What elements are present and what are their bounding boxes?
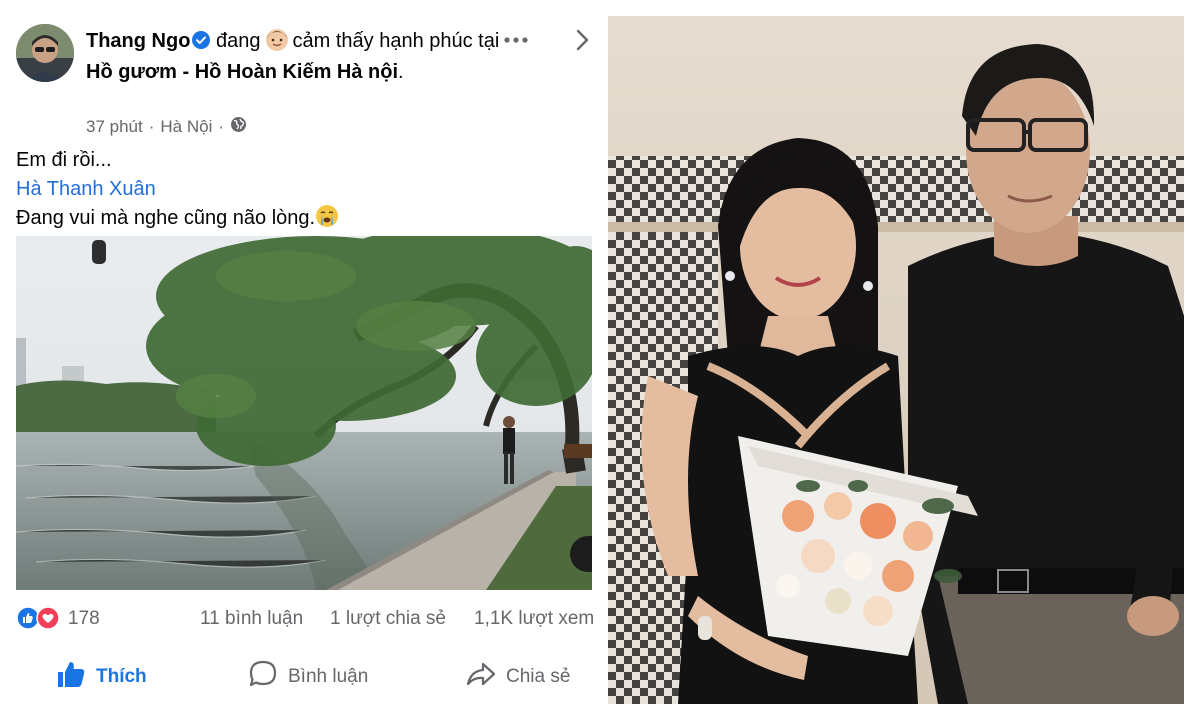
post-line-3-text: Đang vui mà nghe cũng não lòng. — [16, 207, 316, 229]
verified-badge-icon — [192, 28, 211, 49]
post-action-bar: Thích Bình luận Chia sẻ — [0, 650, 600, 704]
meta-separator: · — [148, 117, 155, 136]
thumbs-up-icon — [56, 660, 86, 694]
share-arrow-icon — [466, 660, 496, 694]
comment-button[interactable]: Bình luận — [248, 650, 368, 704]
comment-label: Bình luận — [288, 666, 369, 687]
share-label: Chia sẻ — [506, 666, 571, 687]
like-label: Thích — [96, 666, 147, 687]
meta-separator-2: · — [218, 117, 225, 136]
share-button[interactable]: Chia sẻ — [466, 650, 570, 704]
comment-count[interactable]: 11 bình luận — [200, 608, 303, 630]
mention-link[interactable]: Hà Thanh Xuân — [16, 175, 586, 204]
more-options-button[interactable] — [498, 26, 534, 54]
reactions-icon[interactable] — [16, 606, 66, 630]
facebook-post: Thang Ngo đang cảm thấy hạnh phúc tại Hồ … — [0, 0, 600, 720]
author-avatar[interactable] — [16, 24, 74, 82]
post-line-3: Đang vui mà nghe cũng não lòng. — [16, 204, 586, 233]
location-suffix: . — [398, 61, 404, 83]
author-line: Thang Ngo đang cảm thấy hạnh phúc tại Hồ … — [86, 26, 506, 88]
feeling-text: cảm thấy hạnh phúc tại — [292, 30, 500, 52]
post-text: Em đi rồi... Hà Thanh Xuân Đang vui mà n… — [16, 146, 586, 233]
feeling-prefix: đang — [216, 30, 261, 52]
post-stats: 178 11 bình luận 1 lượt chia sẻ 1,1K lượ… — [16, 602, 596, 636]
happy-feeling-emoji-icon — [264, 26, 290, 52]
like-button[interactable]: Thích — [56, 650, 147, 704]
post-meta: 37 phút · Hà Nội · — [86, 116, 247, 138]
post-line-1: Em đi rồi... — [16, 149, 112, 171]
post-photo-lake-tree[interactable] — [16, 236, 592, 590]
share-count[interactable]: 1 lượt chia sẻ — [330, 608, 446, 630]
view-count: 1,1K lượt xem — [474, 608, 595, 629]
location-link[interactable]: Hồ gươm - Hồ Hoàn Kiếm Hà nội — [86, 61, 398, 83]
chevron-right-icon[interactable] — [568, 26, 596, 54]
couple-photo — [608, 16, 1184, 704]
reaction-count[interactable]: 178 — [68, 608, 100, 630]
post-time[interactable]: 37 phút — [86, 117, 143, 137]
author-name[interactable]: Thang Ngo — [86, 30, 190, 52]
post-place: Hà Nội — [160, 117, 213, 136]
globe-icon — [230, 116, 247, 138]
crying-emoji-icon — [315, 204, 339, 228]
comment-bubble-icon — [248, 660, 278, 694]
post-header: Thang Ngo đang cảm thấy hạnh phúc tại Hồ … — [16, 20, 596, 140]
